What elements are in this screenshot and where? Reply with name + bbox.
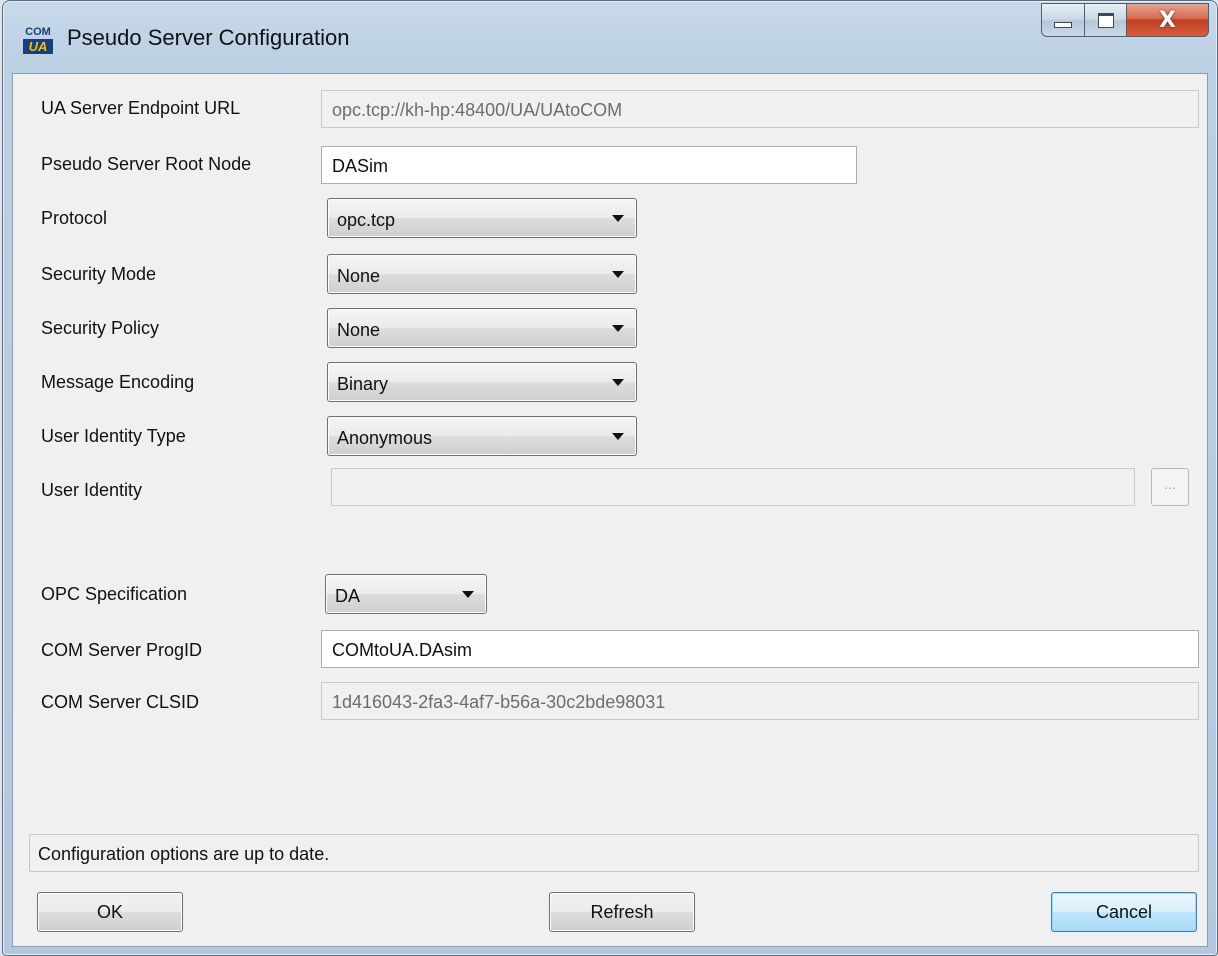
user-identity-type-value: Anonymous <box>337 428 433 448</box>
chevron-down-icon <box>612 433 624 440</box>
root-node-input[interactable]: DASim <box>321 146 857 184</box>
com-progid-input[interactable]: COMtoUA.DAsim <box>321 630 1199 668</box>
security-mode-label: Security Mode <box>41 264 157 284</box>
opc-specification-dropdown[interactable]: DA <box>325 574 487 614</box>
ok-button[interactable]: OK <box>37 892 183 932</box>
com-clsid-field: 1d416043-2fa3-4af7-b56a-30c2bde98031 <box>321 682 1199 720</box>
app-icon-top-text: COM <box>25 26 51 38</box>
maximize-icon <box>1097 12 1114 28</box>
security-mode-value: None <box>337 266 381 286</box>
dialog-client-area: UA Server Endpoint URL opc.tcp://kh-hp:4… <box>12 73 1208 947</box>
opc-specification-value: DA <box>335 586 361 606</box>
com-clsid-label: COM Server CLSID <box>41 692 200 712</box>
dialog-window: COM UA Pseudo Server Configuration X UA … <box>2 0 1218 956</box>
refresh-button[interactable]: Refresh <box>549 892 695 932</box>
chevron-down-icon <box>612 325 624 332</box>
com-progid-label: COM Server ProgID <box>41 640 203 660</box>
close-button[interactable]: X <box>1127 3 1209 37</box>
chevron-down-icon <box>612 271 624 278</box>
endpoint-url-field: opc.tcp://kh-hp:48400/UA/UAtoCOM <box>321 90 1199 128</box>
status-bar: Configuration options are up to date. <box>29 834 1199 872</box>
user-identity-type-label: User Identity Type <box>41 426 186 446</box>
root-node-label: Pseudo Server Root Node <box>41 154 252 174</box>
user-identity-field <box>331 468 1135 506</box>
security-policy-dropdown[interactable]: None <box>327 308 637 348</box>
message-encoding-dropdown[interactable]: Binary <box>327 362 637 402</box>
user-identity-type-dropdown[interactable]: Anonymous <box>327 416 637 456</box>
security-policy-value: None <box>337 320 381 340</box>
window-title: Pseudo Server Configuration <box>67 25 350 50</box>
message-encoding-label: Message Encoding <box>41 372 195 392</box>
protocol-dropdown[interactable]: opc.tcp <box>327 198 637 238</box>
maximize-button[interactable] <box>1085 3 1127 37</box>
security-policy-label: Security Policy <box>41 318 160 338</box>
minimize-icon <box>1054 22 1072 28</box>
app-icon-bottom-text: UA <box>23 39 53 54</box>
opc-specification-label: OPC Specification <box>41 584 188 604</box>
user-identity-label: User Identity <box>41 480 143 500</box>
user-identity-browse-button[interactable]: ... <box>1151 468 1189 506</box>
app-icon: COM UA <box>23 25 53 55</box>
cancel-button[interactable]: Cancel <box>1051 892 1197 932</box>
chevron-down-icon <box>612 215 624 222</box>
protocol-value: opc.tcp <box>337 210 396 230</box>
minimize-button[interactable] <box>1041 3 1085 37</box>
close-icon: X <box>1159 7 1176 33</box>
security-mode-dropdown[interactable]: None <box>327 254 637 294</box>
protocol-label: Protocol <box>41 208 108 228</box>
title-bar[interactable]: COM UA Pseudo Server Configuration X <box>3 1 1217 77</box>
chevron-down-icon <box>612 379 624 386</box>
caption-buttons: X <box>1041 3 1209 39</box>
endpoint-url-label: UA Server Endpoint URL <box>41 98 241 118</box>
chevron-down-icon <box>462 591 474 598</box>
message-encoding-value: Binary <box>337 374 389 394</box>
